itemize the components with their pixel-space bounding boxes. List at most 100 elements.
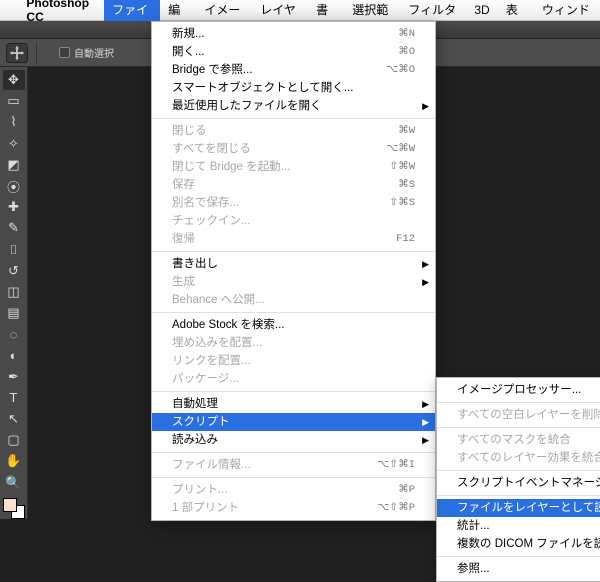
toolbar: ✥▭⌇✧◩⦿✚✎⌷↺◫▤◌◐✒T↖▢✋🔍 <box>0 67 28 519</box>
eraser-tool[interactable]: ◫ <box>3 282 25 302</box>
menu-item: すべての空白レイヤーを削除 <box>437 406 600 424</box>
lasso-tool[interactable]: ⌇ <box>3 112 25 132</box>
submenu-arrow-icon: ▶ <box>422 413 429 431</box>
menu-separator <box>437 402 600 403</box>
divider <box>36 43 37 63</box>
menu-item: パッケージ... <box>152 370 435 388</box>
script-submenu-dropdown: イメージプロセッサー... すべての空白レイヤーを削除すべてのマスクを統合すべての… <box>436 377 600 582</box>
move-tool-preset-icon[interactable] <box>6 43 28 63</box>
menu-item[interactable]: 最近使用したファイルを開く▶ <box>152 97 435 115</box>
menu-item[interactable]: 複数の DICOM ファイルを読み込み... <box>437 535 600 553</box>
menu-item-label: プリント... <box>172 484 228 496</box>
menu-shortcut: ⌘S <box>398 176 415 194</box>
menu-item[interactable]: スマートオブジェクトとして開く... <box>152 79 435 97</box>
menu-item[interactable]: 開く...⌘O <box>152 43 435 61</box>
brush-tool[interactable]: ✎ <box>3 218 25 238</box>
foreground-color-swatch[interactable] <box>3 498 17 512</box>
menu-shortcut: ⌥⌘O <box>386 61 415 79</box>
menu-item-label: チェックイン... <box>172 215 251 227</box>
menu-item[interactable]: イメージプロセッサー... <box>437 381 600 399</box>
submenu-arrow-icon: ▶ <box>422 255 429 273</box>
menu-shortcut: ⌥⇧⌘I <box>377 456 415 474</box>
menu-item-label: スマートオブジェクトとして開く... <box>172 82 353 94</box>
menu-separator <box>437 556 600 557</box>
menu-separator <box>152 312 435 313</box>
menu-編集[interactable]: 編集 <box>160 0 196 21</box>
blur-tool[interactable]: ◌ <box>3 324 25 344</box>
menu-shortcut: ⇧⌘S <box>389 194 415 212</box>
type-tool[interactable]: T <box>3 388 25 408</box>
menu-item-label: 最近使用したファイルを開く <box>172 100 322 112</box>
crop-tool[interactable]: ◩ <box>3 155 25 175</box>
menu-item: 保存⌘S <box>152 176 435 194</box>
menu-item-label: すべてのマスクを統合 <box>457 434 571 446</box>
menu-item: Behance へ公開... <box>152 291 435 309</box>
menu-shortcut: ⌥⇧⌘P <box>377 499 415 517</box>
menu-item[interactable]: 自動処理▶ <box>152 395 435 413</box>
menu-item-label: 生成 <box>172 276 195 288</box>
menu-item[interactable]: 新規...⌘N <box>152 25 435 43</box>
zoom-tool[interactable]: 🔍 <box>3 473 25 493</box>
menu-item[interactable]: Adobe Stock を検索... <box>152 316 435 334</box>
menu-ファイル[interactable]: ファイル <box>104 0 160 21</box>
menu-item-label: 統計... <box>457 520 490 532</box>
menu-item-label: リンクを配置... <box>172 355 251 367</box>
path-select-tool[interactable]: ↖ <box>3 409 25 429</box>
dodge-tool[interactable]: ◐ <box>3 345 25 365</box>
menu-item-label: 開く... <box>172 46 205 58</box>
menu-item: 閉じて Bridge を起動...⇧⌘W <box>152 158 435 176</box>
menu-item[interactable]: 読み込み▶ <box>152 431 435 449</box>
hand-tool[interactable]: ✋ <box>3 451 25 471</box>
menu-表示[interactable]: 表示 <box>498 0 534 21</box>
menu-item-label: ファイル情報... <box>172 459 251 471</box>
pen-tool[interactable]: ✒ <box>3 367 25 387</box>
menu-shortcut: ⌘W <box>398 122 415 140</box>
menu-item: プリント... ⌘P <box>152 481 435 499</box>
menu-item[interactable]: Bridge で参照...⌥⌘O <box>152 61 435 79</box>
eyedropper-tool[interactable]: ⦿ <box>3 176 25 196</box>
auto-select-checkbox[interactable] <box>59 47 70 58</box>
menu-shortcut: ⌘P <box>398 481 415 499</box>
menu-item[interactable]: スクリプトイベントマネージャー... <box>437 474 600 492</box>
menu-書式[interactable]: 書式 <box>308 0 344 21</box>
menu-item[interactable]: ファイルをレイヤーとして読み込み... <box>437 499 600 517</box>
move-tool[interactable]: ✥ <box>3 70 25 90</box>
menu-item-label: すべてのレイヤー効果を統合 <box>457 452 600 464</box>
menu-選択範囲[interactable]: 選択範囲 <box>344 0 400 21</box>
menu-item-label: スクリプトイベントマネージャー... <box>457 477 600 489</box>
menu-item: 1 部プリント ⌥⇧⌘P <box>152 499 435 517</box>
menu-item-label: 自動処理 <box>172 398 218 410</box>
menu-item[interactable]: スクリプト▶ <box>152 413 435 431</box>
menu-item-label: 書き出し <box>172 258 218 270</box>
menu-item: すべてを閉じる⌥⌘W <box>152 140 435 158</box>
stamp-tool[interactable]: ⌷ <box>3 240 25 260</box>
menu-item: 別名で保存...⇧⌘S <box>152 194 435 212</box>
menu-item-label: 1 部プリント <box>172 502 239 514</box>
menu-item: 閉じる ⌘W <box>152 122 435 140</box>
menu-item-label: 新規... <box>172 28 205 40</box>
menu-3D[interactable]: 3D <box>466 0 497 21</box>
menu-ウィンドウ[interactable]: ウィンドウ <box>534 0 600 21</box>
menu-item: 生成▶ <box>152 273 435 291</box>
gradient-tool[interactable]: ▤ <box>3 303 25 323</box>
menu-フィルター[interactable]: フィルター <box>400 0 466 21</box>
menu-item[interactable]: 統計... <box>437 517 600 535</box>
history-brush-tool[interactable]: ↺ <box>3 261 25 281</box>
color-swatches[interactable] <box>3 498 25 519</box>
menu-item-label: 閉じる <box>172 125 207 137</box>
menu-item: すべてのマスクを統合 <box>437 431 600 449</box>
shape-tool[interactable]: ▢ <box>3 430 25 450</box>
healing-tool[interactable]: ✚ <box>3 197 25 217</box>
auto-select-label: 自動選択 <box>74 45 114 60</box>
menu-item[interactable]: 書き出し ▶ <box>152 255 435 273</box>
menu-item[interactable]: 参照... <box>437 560 600 578</box>
menu-レイヤー[interactable]: レイヤー <box>252 0 308 21</box>
menu-item-label: すべての空白レイヤーを削除 <box>457 409 600 421</box>
menu-イメージ[interactable]: イメージ <box>196 0 252 21</box>
magic-wand-tool[interactable]: ✧ <box>3 134 25 154</box>
marquee-tool[interactable]: ▭ <box>3 91 25 111</box>
submenu-arrow-icon: ▶ <box>422 431 429 449</box>
menu-item-label: イメージプロセッサー... <box>457 384 581 396</box>
menu-item-label: Behance へ公開... <box>172 294 265 306</box>
mac-menubar: Photoshop CC ファイル編集イメージレイヤー書式選択範囲フィルター3D… <box>0 0 600 21</box>
